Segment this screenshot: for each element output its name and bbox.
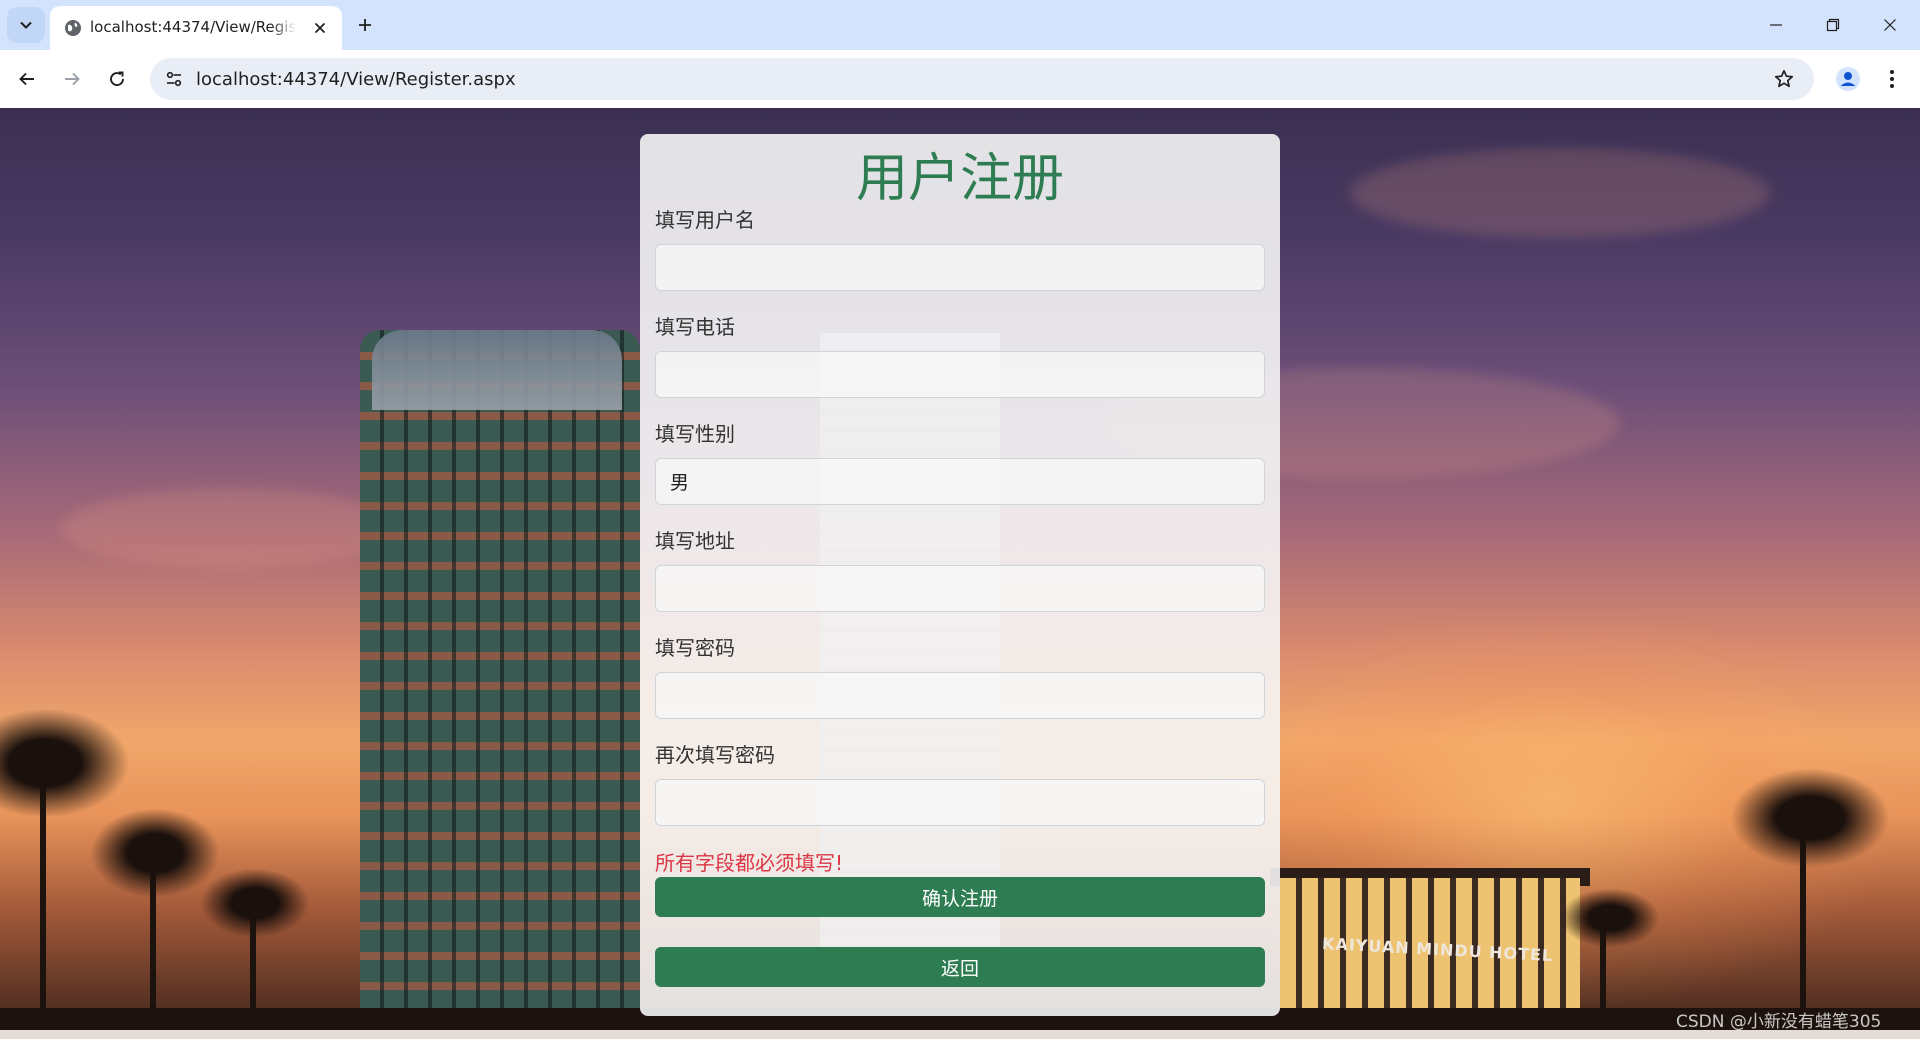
palm-tree bbox=[0, 708, 130, 818]
minimize-icon bbox=[1770, 24, 1782, 26]
forward-button[interactable] bbox=[56, 63, 88, 95]
url-text[interactable]: localhost:44374/View/Register.aspx bbox=[196, 69, 516, 90]
reload-icon bbox=[110, 71, 124, 86]
username-input[interactable] bbox=[655, 244, 1265, 291]
new-tab-button[interactable] bbox=[352, 12, 378, 38]
register-card: 用户注册 填写用户名 填写电话 填写性别 填写地址 填写密码 再次填写密码 所有… bbox=[640, 134, 1280, 1016]
palm-tree bbox=[200, 868, 310, 938]
globe-icon bbox=[65, 20, 81, 36]
plus-icon bbox=[359, 19, 371, 31]
phone-label: 填写电话 bbox=[655, 315, 735, 339]
confirm-password-label: 再次填写密码 bbox=[655, 743, 775, 767]
browser-tab[interactable]: localhost:44374/View/Register.aspx bbox=[50, 6, 342, 50]
restore-icon bbox=[1826, 18, 1840, 32]
address-input[interactable] bbox=[655, 565, 1265, 612]
hotel-tower bbox=[360, 330, 640, 1039]
password-label: 填写密码 bbox=[655, 636, 735, 660]
watermark: CSDN @小新没有蜡笔305 bbox=[1676, 1012, 1882, 1032]
more-vertical-icon bbox=[1890, 70, 1894, 88]
hotel-tower-crown bbox=[372, 330, 622, 410]
minimize-button[interactable] bbox=[1762, 12, 1790, 38]
back-button[interactable] bbox=[11, 63, 43, 95]
close-window-button[interactable] bbox=[1876, 12, 1904, 38]
page-viewport: KAIYUAN MINDU HOTEL 用户注册 填写用户名 填写电话 填写性别… bbox=[0, 108, 1920, 1039]
back-button-page[interactable]: 返回 bbox=[655, 947, 1265, 987]
palm-tree bbox=[1730, 768, 1890, 868]
palm-tree bbox=[90, 808, 220, 898]
username-label: 填写用户名 bbox=[655, 208, 755, 232]
site-info-button[interactable] bbox=[160, 65, 188, 93]
page-title: 用户注册 bbox=[855, 149, 1064, 209]
password-input[interactable] bbox=[655, 672, 1265, 719]
cloud bbox=[1350, 148, 1770, 238]
phone-input[interactable] bbox=[655, 351, 1265, 398]
person-icon bbox=[1836, 67, 1860, 91]
reload-button[interactable] bbox=[101, 63, 133, 95]
validation-error: 所有字段都必须填写! bbox=[655, 851, 844, 875]
cloud bbox=[60, 488, 400, 568]
tab-search-button[interactable] bbox=[7, 7, 45, 43]
close-icon bbox=[314, 22, 326, 34]
chevron-down-icon bbox=[20, 21, 32, 29]
palm-tree bbox=[1560, 888, 1660, 948]
bookmark-button[interactable] bbox=[1770, 65, 1798, 93]
gender-input[interactable] bbox=[655, 458, 1265, 505]
tune-icon bbox=[166, 71, 182, 87]
profile-button[interactable] bbox=[1832, 63, 1864, 95]
browser-menu-button[interactable] bbox=[1876, 63, 1908, 95]
arrow-left-icon bbox=[19, 72, 34, 86]
arrow-right-icon bbox=[65, 72, 80, 86]
address-label: 填写地址 bbox=[655, 529, 735, 553]
gender-label: 填写性别 bbox=[655, 422, 735, 446]
tab-strip: localhost:44374/View/Register.aspx bbox=[0, 0, 1920, 50]
taskbar-strip bbox=[0, 1030, 1920, 1039]
restore-button[interactable] bbox=[1819, 12, 1847, 38]
browser-toolbar: localhost:44374/View/Register.aspx bbox=[0, 50, 1920, 108]
confirm-register-button[interactable]: 确认注册 bbox=[655, 877, 1265, 917]
confirm-password-input[interactable] bbox=[655, 779, 1265, 826]
close-icon bbox=[1884, 19, 1896, 31]
tab-title: localhost:44374/View/Register.aspx bbox=[90, 18, 296, 36]
star-icon bbox=[1774, 69, 1794, 88]
address-bar[interactable]: localhost:44374/View/Register.aspx bbox=[150, 58, 1814, 100]
tab-close-button[interactable] bbox=[310, 18, 330, 38]
